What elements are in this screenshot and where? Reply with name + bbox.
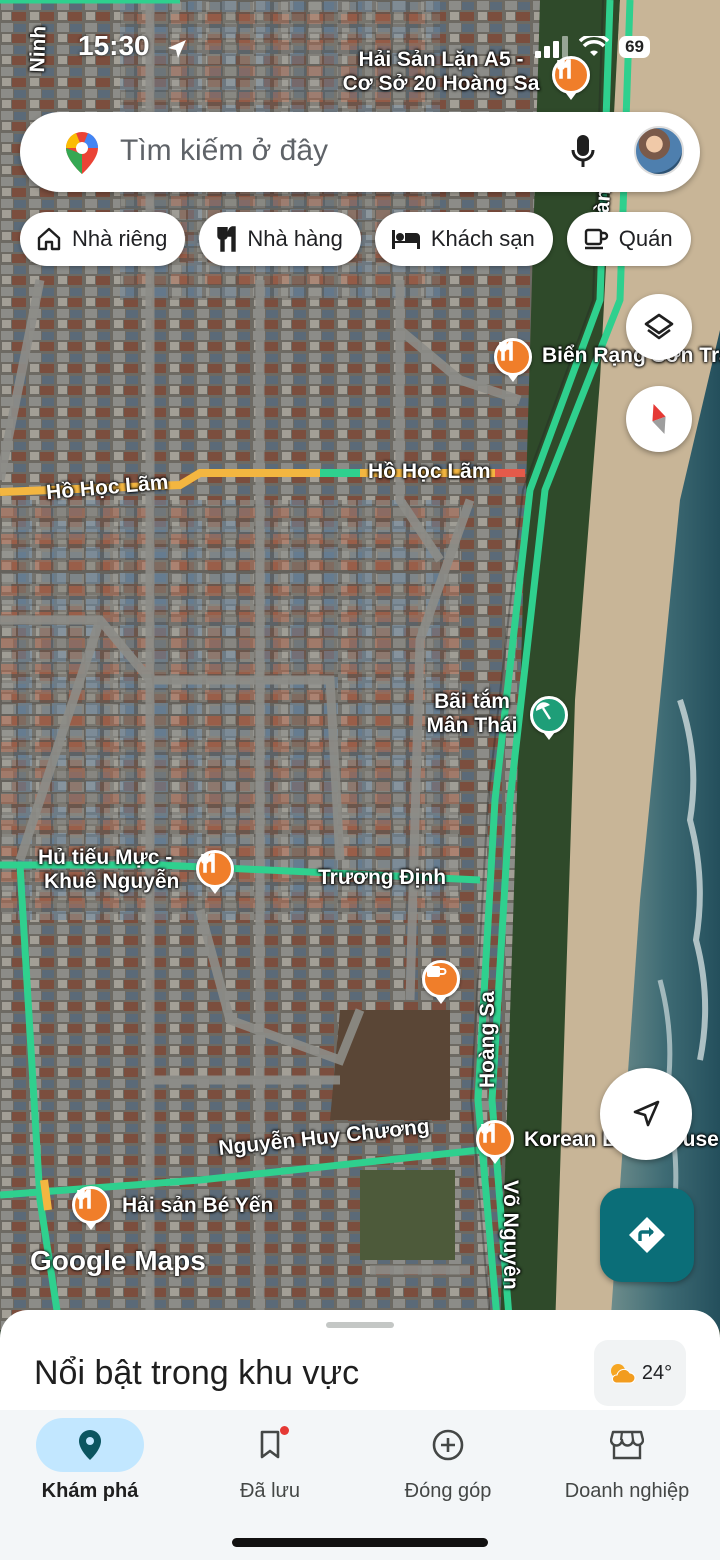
hotel-icon [391,230,420,249]
nav-explore[interactable]: Khám phá [0,1410,180,1530]
location-arrow-icon [168,40,186,58]
status-time: 15:30 [78,30,150,61]
beach-umbrella-icon [535,702,552,720]
fork-knife-icon [77,1189,91,1209]
my-location-button[interactable] [600,1068,692,1160]
chip-label: Khách sạn [430,226,535,251]
nav-contribute[interactable]: Đóng góp [358,1410,538,1530]
directions-icon [629,1217,665,1253]
chip-restaurants[interactable]: Nhà hàng [199,212,361,266]
chip-home[interactable]: Nhà riêng [20,212,186,266]
restaurant-pin-hai-san-be-yen[interactable] [72,1186,110,1224]
nav-saved-indicator [216,1418,324,1472]
layers-button[interactable] [626,294,692,360]
place-label-line: Mân Thái [426,714,518,738]
restaurant-icon [217,226,237,252]
google-maps-attribution: Google Maps [30,1245,206,1276]
chip-label: Nhà riêng [72,226,168,251]
fork-knife-icon [481,1123,495,1143]
battery-level: 69 [619,36,650,58]
place-label-bai-tam-man-thai[interactable]: Bãi tắm Mân Thái [420,690,524,738]
restaurant-pin-hai-san-lan[interactable] [552,56,590,94]
sheet-title: Nổi bật trong khu vực [34,1354,360,1392]
place-label-hai-san-be-yen[interactable]: Hải sản Bé Yến [122,1194,273,1218]
place-label-hu-tieu-muc[interactable]: Hủ tiếu Mực - Khuê Nguyễn [38,846,179,894]
status-indicators: 69 [535,36,650,58]
nav-contribute-indicator [394,1418,502,1472]
nav-label: Đã lưu [239,1480,301,1502]
nav-saved[interactable]: Đã lưu [180,1410,360,1530]
street-label-vo-nguyen: Võ Nguyên [499,1180,522,1290]
category-chips: Nhà riêng Nhà hàng Khách sạn Quán [20,212,691,266]
fork-knife-icon [499,341,513,361]
restaurant-pin-bien-rang[interactable] [494,338,532,376]
chip-label: Quán [618,226,673,251]
place-label-line: Cơ Sở 20 Hoàng Sa [342,72,540,96]
chip-label: Nhà hàng [247,226,343,251]
nav-explore-indicator [36,1418,144,1472]
place-label-line: Bãi tắm [434,690,510,713]
nav-label: Đóng góp [404,1480,492,1502]
place-label-bien-rang[interactable]: Biển Rạng Sơn Trà [542,344,720,368]
storefront-icon [610,1430,644,1460]
wifi-icon [579,36,610,56]
street-label-hoang-sa: Hoàng Sa [476,991,499,1088]
navigation-arrow-icon [633,1100,660,1127]
google-maps-logo-icon [65,132,99,174]
cafe-pin[interactable] [422,960,460,998]
bookmark-icon [260,1430,280,1459]
place-label-line: Hủ tiếu Mực - [38,846,173,869]
coffee-cup-icon [427,966,447,977]
cafe-icon [584,228,608,250]
add-circle-icon [432,1429,464,1461]
cellular-signal-icon [535,36,569,58]
fork-knife-icon [557,59,571,79]
layers-icon [644,313,674,340]
place-label-hai-san-lan[interactable]: Hải Sản Lặn A5 - Cơ Sở 20 Hoàng Sa [336,48,546,96]
place-label-line: Khuê Nguyễn [44,870,180,894]
directions-button[interactable] [600,1188,694,1282]
home-indicator[interactable] [232,1538,488,1547]
street-label-ninh: Ninh [26,25,51,73]
weather-chip[interactable]: 24° [594,1340,686,1406]
nav-label: Doanh nghiệp [564,1480,690,1502]
weather-temperature: 24° [641,1361,673,1384]
restaurant-pin-korean[interactable] [476,1120,514,1158]
nav-label: Khám phá [41,1480,139,1502]
partly-cloudy-icon [610,1364,636,1384]
microphone-icon[interactable] [570,134,596,170]
fork-knife-icon [201,853,215,873]
home-icon [37,227,61,251]
nav-business[interactable]: Doanh nghiệp [537,1410,717,1530]
search-placeholder[interactable]: Tìm kiếm ở đây [120,134,328,168]
chip-cafe[interactable]: Quán [566,212,691,266]
place-label-line: Hải Sản Lặn A5 - [358,48,524,71]
saved-badge [280,1426,289,1435]
street-label-truong-dinh: Trương Định [318,866,447,889]
restaurant-pin-hu-tieu-muc[interactable] [196,850,234,888]
beach-pin-man-thai[interactable] [530,696,568,734]
explore-bottom-sheet[interactable]: Nổi bật trong khu vực 24° Khám phá Đã lư… [0,1310,720,1560]
profile-avatar[interactable] [634,126,684,176]
chip-hotels[interactable]: Khách sạn [374,212,553,266]
street-label-ho-hoc-lam-east: Hồ Học Lãm [368,460,491,483]
sheet-drag-handle[interactable] [326,1322,394,1328]
compass-icon [652,403,666,435]
search-bar[interactable]: Tìm kiếm ở đây [20,112,700,192]
nav-business-indicator [573,1418,681,1472]
explore-pin-icon [79,1430,101,1460]
compass-button[interactable] [626,386,692,452]
